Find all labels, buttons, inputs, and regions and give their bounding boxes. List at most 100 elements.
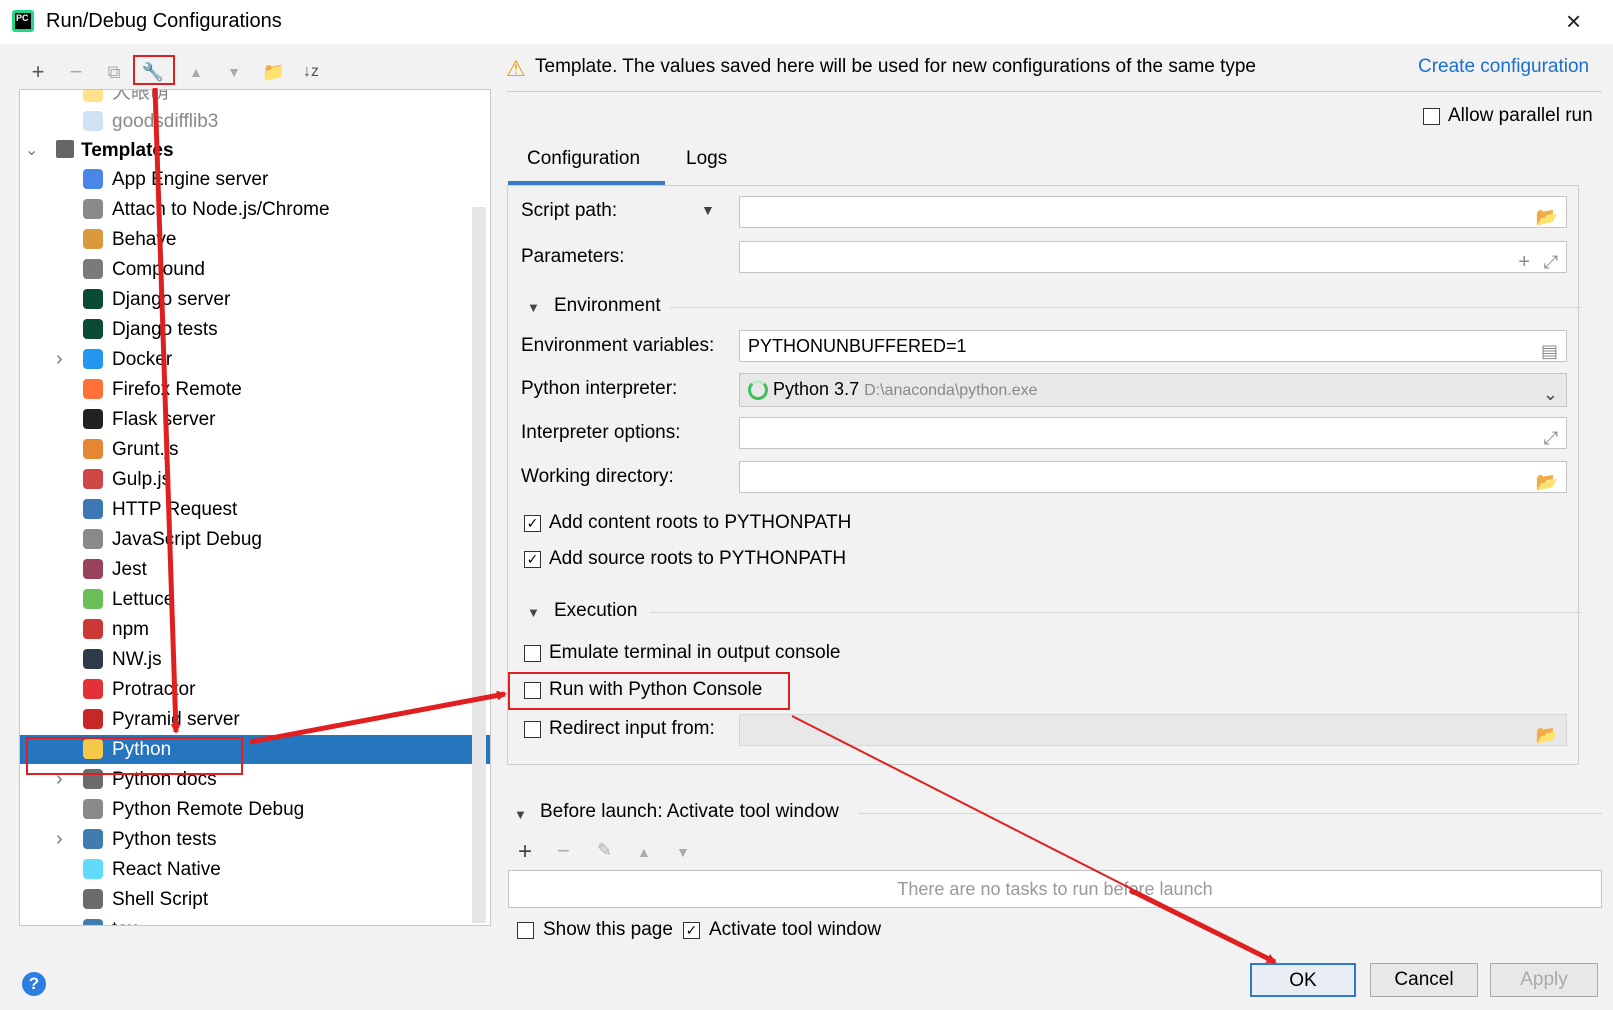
tree-item-http-request[interactable]: HTTP Request: [20, 495, 490, 524]
env-vars-input[interactable]: PYTHONUNBUFFERED=1 ▤: [739, 330, 1567, 362]
folder-icon[interactable]: 📁: [260, 58, 288, 86]
before-launch-task-list[interactable]: There are no tasks to run before launch: [508, 870, 1602, 908]
configuration-tree[interactable]: 大眼萌 goodsdifflib3 ⌄ Templates App Engine…: [19, 89, 491, 926]
expand-icon[interactable]: ⤢: [1544, 423, 1558, 453]
tree-item-jest[interactable]: Jest: [20, 555, 490, 584]
tree-item-attach-to-node-js-chrome[interactable]: Attach to Node.js/Chrome: [20, 195, 490, 224]
add-icon[interactable]: +: [1518, 247, 1530, 277]
tree-item-react-native[interactable]: React Native: [20, 855, 490, 884]
add-content-roots-checkbox[interactable]: ✓: [524, 515, 541, 532]
add-icon[interactable]: +: [24, 58, 52, 86]
working-directory-input[interactable]: 📂: [739, 461, 1567, 493]
tree-item-shell-script[interactable]: Shell Script: [20, 885, 490, 914]
edit-task-icon[interactable]: ✎: [597, 840, 612, 861]
remove-icon[interactable]: −: [62, 58, 90, 86]
remove-task-icon[interactable]: −: [557, 838, 570, 864]
tree-item-pyramid-server[interactable]: Pyramid server: [20, 705, 490, 734]
chevron-right-icon[interactable]: ›: [56, 765, 63, 794]
script-path-dropdown-icon[interactable]: ▼: [701, 202, 715, 218]
expand-icon[interactable]: ⤢: [1544, 247, 1558, 277]
tree-item-label: Python tests: [112, 829, 217, 850]
tree-item-protractor[interactable]: Protractor: [20, 675, 490, 704]
tree-item-templates[interactable]: ⌄ Templates: [20, 136, 490, 165]
tree-item[interactable]: goodsdifflib3: [20, 107, 490, 136]
create-configuration-link[interactable]: Create configuration: [1418, 56, 1589, 78]
redirect-input-field[interactable]: 📂: [739, 714, 1567, 746]
tree-item-python[interactable]: Python: [20, 735, 490, 764]
close-icon[interactable]: ×: [1566, 6, 1581, 37]
apply-button[interactable]: Apply: [1490, 963, 1598, 997]
pyramid-server-icon: [83, 709, 103, 729]
sort-icon[interactable]: ↓z: [297, 58, 325, 86]
tree-item-lettuce[interactable]: Lettuce: [20, 585, 490, 614]
chevron-right-icon[interactable]: ›: [56, 345, 63, 374]
move-down-icon[interactable]: ▼: [220, 58, 248, 86]
tree-item-npm[interactable]: npm: [20, 615, 490, 644]
tree-item-nw-js[interactable]: NW.js: [20, 645, 490, 674]
tree-item-tox[interactable]: tox: [20, 915, 490, 925]
script-path-input[interactable]: 📂: [739, 196, 1567, 228]
tree-item[interactable]: 大眼萌: [20, 90, 490, 107]
folder-icon[interactable]: 📂: [1536, 720, 1558, 750]
section-divider: [670, 307, 1582, 308]
react-native-icon: [83, 859, 103, 879]
add-content-roots-label: Add content roots to PYTHONPATH: [549, 512, 852, 533]
tree-item-python-remote-debug[interactable]: Python Remote Debug: [20, 795, 490, 824]
tree-item-flask-server[interactable]: Flask server: [20, 405, 490, 434]
parameters-input[interactable]: + ⤢: [739, 241, 1567, 273]
tree-item-label: Grunt.js: [112, 439, 179, 460]
emulate-terminal-checkbox[interactable]: [524, 645, 541, 662]
app-engine-server-icon: [83, 169, 103, 189]
protractor-icon: [83, 679, 103, 699]
add-source-roots-checkbox[interactable]: ✓: [524, 551, 541, 568]
tree-item-javascript-debug[interactable]: JavaScript Debug: [20, 525, 490, 554]
activate-tool-window-checkbox[interactable]: ✓: [683, 922, 700, 939]
tree-item-app-engine-server[interactable]: App Engine server: [20, 165, 490, 194]
interpreter-select[interactable]: Python 3.7 D:\anaconda\python.exe ⌄: [739, 373, 1567, 407]
tree-item-behave[interactable]: Behave: [20, 225, 490, 254]
python-docs-icon: [83, 769, 103, 789]
folder-icon[interactable]: 📂: [1536, 467, 1558, 497]
interpreter-path: D:\anaconda\python.exe: [864, 382, 1038, 399]
tree-item-label: NW.js: [112, 649, 162, 670]
collapse-icon[interactable]: ▼: [527, 300, 540, 315]
shell-script-icon: [83, 889, 103, 909]
collapse-icon[interactable]: ▼: [527, 605, 540, 620]
show-this-page-checkbox[interactable]: [517, 922, 534, 939]
tree-item-compound[interactable]: Compound: [20, 255, 490, 284]
tree-scrollbar[interactable]: [472, 207, 486, 923]
tree-item-docker[interactable]: › Docker: [20, 345, 490, 374]
collapse-icon[interactable]: ▼: [514, 807, 527, 822]
before-launch-title: Before launch: Activate tool window: [540, 801, 839, 822]
ok-button[interactable]: OK: [1250, 963, 1356, 997]
chevron-down-icon[interactable]: ⌄: [25, 136, 38, 165]
window-title: Run/Debug Configurations: [46, 10, 282, 32]
tree-item-django-tests[interactable]: Django tests: [20, 315, 490, 344]
tab-logs[interactable]: Logs: [686, 148, 727, 170]
tree-item-firefox-remote[interactable]: Firefox Remote: [20, 375, 490, 404]
allow-parallel-checkbox[interactable]: [1423, 108, 1440, 125]
cancel-button[interactable]: Cancel: [1370, 963, 1478, 997]
tab-configuration[interactable]: Configuration: [527, 148, 640, 170]
document-icon[interactable]: ▤: [1541, 336, 1558, 366]
copy-icon[interactable]: ⧉: [100, 58, 128, 86]
move-down-icon[interactable]: ▼: [676, 844, 690, 860]
tree-item-label: HTTP Request: [112, 499, 238, 520]
move-up-icon[interactable]: ▲: [637, 844, 651, 860]
redirect-input-checkbox[interactable]: [524, 721, 541, 738]
tree-item-django-server[interactable]: Django server: [20, 285, 490, 314]
folder-icon[interactable]: 📂: [1536, 202, 1558, 232]
tree-item-python-docs[interactable]: › Python docs: [20, 765, 490, 794]
tree-item-python-tests[interactable]: › Python tests: [20, 825, 490, 854]
emulate-terminal-label: Emulate terminal in output console: [549, 642, 841, 663]
chevron-down-icon[interactable]: ⌄: [1543, 379, 1558, 409]
move-up-icon[interactable]: ▲: [182, 58, 210, 86]
help-icon[interactable]: ?: [22, 972, 46, 996]
interpreter-options-input[interactable]: ⤢: [739, 417, 1567, 449]
chevron-right-icon[interactable]: ›: [56, 825, 63, 854]
tree-item-gulp-js[interactable]: Gulp.js: [20, 465, 490, 494]
add-task-icon[interactable]: +: [518, 838, 532, 866]
tree-item-label: Protractor: [112, 679, 196, 700]
run-with-python-console-checkbox[interactable]: [524, 682, 541, 699]
tree-item-grunt-js[interactable]: Grunt.js: [20, 435, 490, 464]
